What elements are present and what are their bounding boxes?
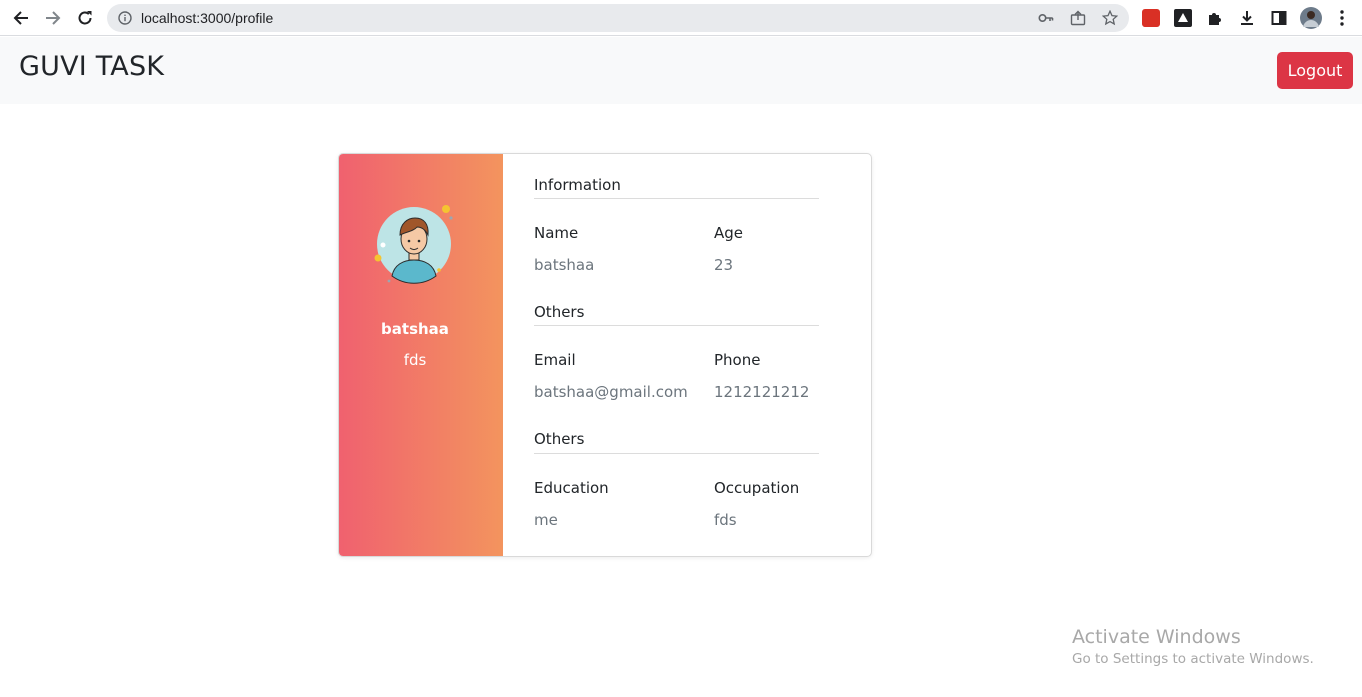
section-title-others: Others	[534, 303, 585, 321]
extension-icon[interactable]	[1174, 9, 1192, 27]
profile-card: batshaa fds Information Name Age batshaa…	[338, 153, 872, 557]
download-icon[interactable]	[1238, 9, 1256, 27]
star-icon[interactable]	[1102, 10, 1118, 26]
back-arrow-icon[interactable]	[9, 6, 33, 30]
profile-details: Information Name Age batshaa 23 Others E…	[503, 154, 871, 556]
key-icon[interactable]	[1038, 10, 1054, 26]
field-value-education: me	[534, 511, 558, 529]
avatar	[374, 205, 453, 284]
sidebar-icon[interactable]	[1270, 9, 1288, 27]
url-text: localhost:3000/profile	[141, 10, 274, 26]
profile-subtitle: fds	[403, 351, 427, 369]
address-bar[interactable]: localhost:3000/profile	[107, 4, 1129, 32]
activation-watermark-title: Activate Windows	[1072, 626, 1241, 648]
section-divider	[534, 198, 819, 199]
field-label-occupation: Occupation	[714, 479, 800, 497]
field-value-name: batshaa	[534, 256, 595, 274]
section-divider	[534, 325, 819, 326]
field-label-name: Name	[534, 224, 579, 242]
share-icon[interactable]	[1070, 10, 1086, 26]
kebab-menu-icon[interactable]	[1334, 9, 1350, 27]
avatar[interactable]	[1300, 7, 1322, 29]
field-label-education: Education	[534, 479, 609, 497]
activation-watermark-subtitle: Go to Settings to activate Windows.	[1072, 651, 1314, 667]
profile-sidebar: batshaa fds	[339, 154, 503, 556]
section-title-others: Others	[534, 430, 585, 448]
info-icon[interactable]	[118, 11, 132, 25]
field-value-phone: 1212121212	[714, 383, 810, 401]
section-divider	[534, 453, 819, 454]
field-label-email: Email	[534, 351, 576, 369]
field-value-occupation: fds	[714, 511, 737, 529]
reload-icon[interactable]	[73, 6, 97, 30]
browser-toolbar: localhost:3000/profile	[0, 0, 1362, 36]
puzzle-icon[interactable]	[1206, 9, 1224, 27]
profile-name: batshaa	[381, 320, 449, 338]
field-value-email: batshaa@gmail.com	[534, 383, 688, 401]
section-title-information: Information	[534, 176, 621, 194]
extension-icon[interactable]	[1142, 9, 1160, 27]
logout-button[interactable]: Logout	[1277, 52, 1353, 89]
field-label-phone: Phone	[714, 351, 761, 369]
forward-arrow-icon[interactable]	[41, 6, 65, 30]
field-label-age: Age	[714, 224, 744, 242]
brand-title[interactable]: GUVI TASK	[19, 51, 164, 82]
field-value-age: 23	[714, 256, 734, 274]
navbar: GUVI TASK Logout	[0, 37, 1362, 104]
